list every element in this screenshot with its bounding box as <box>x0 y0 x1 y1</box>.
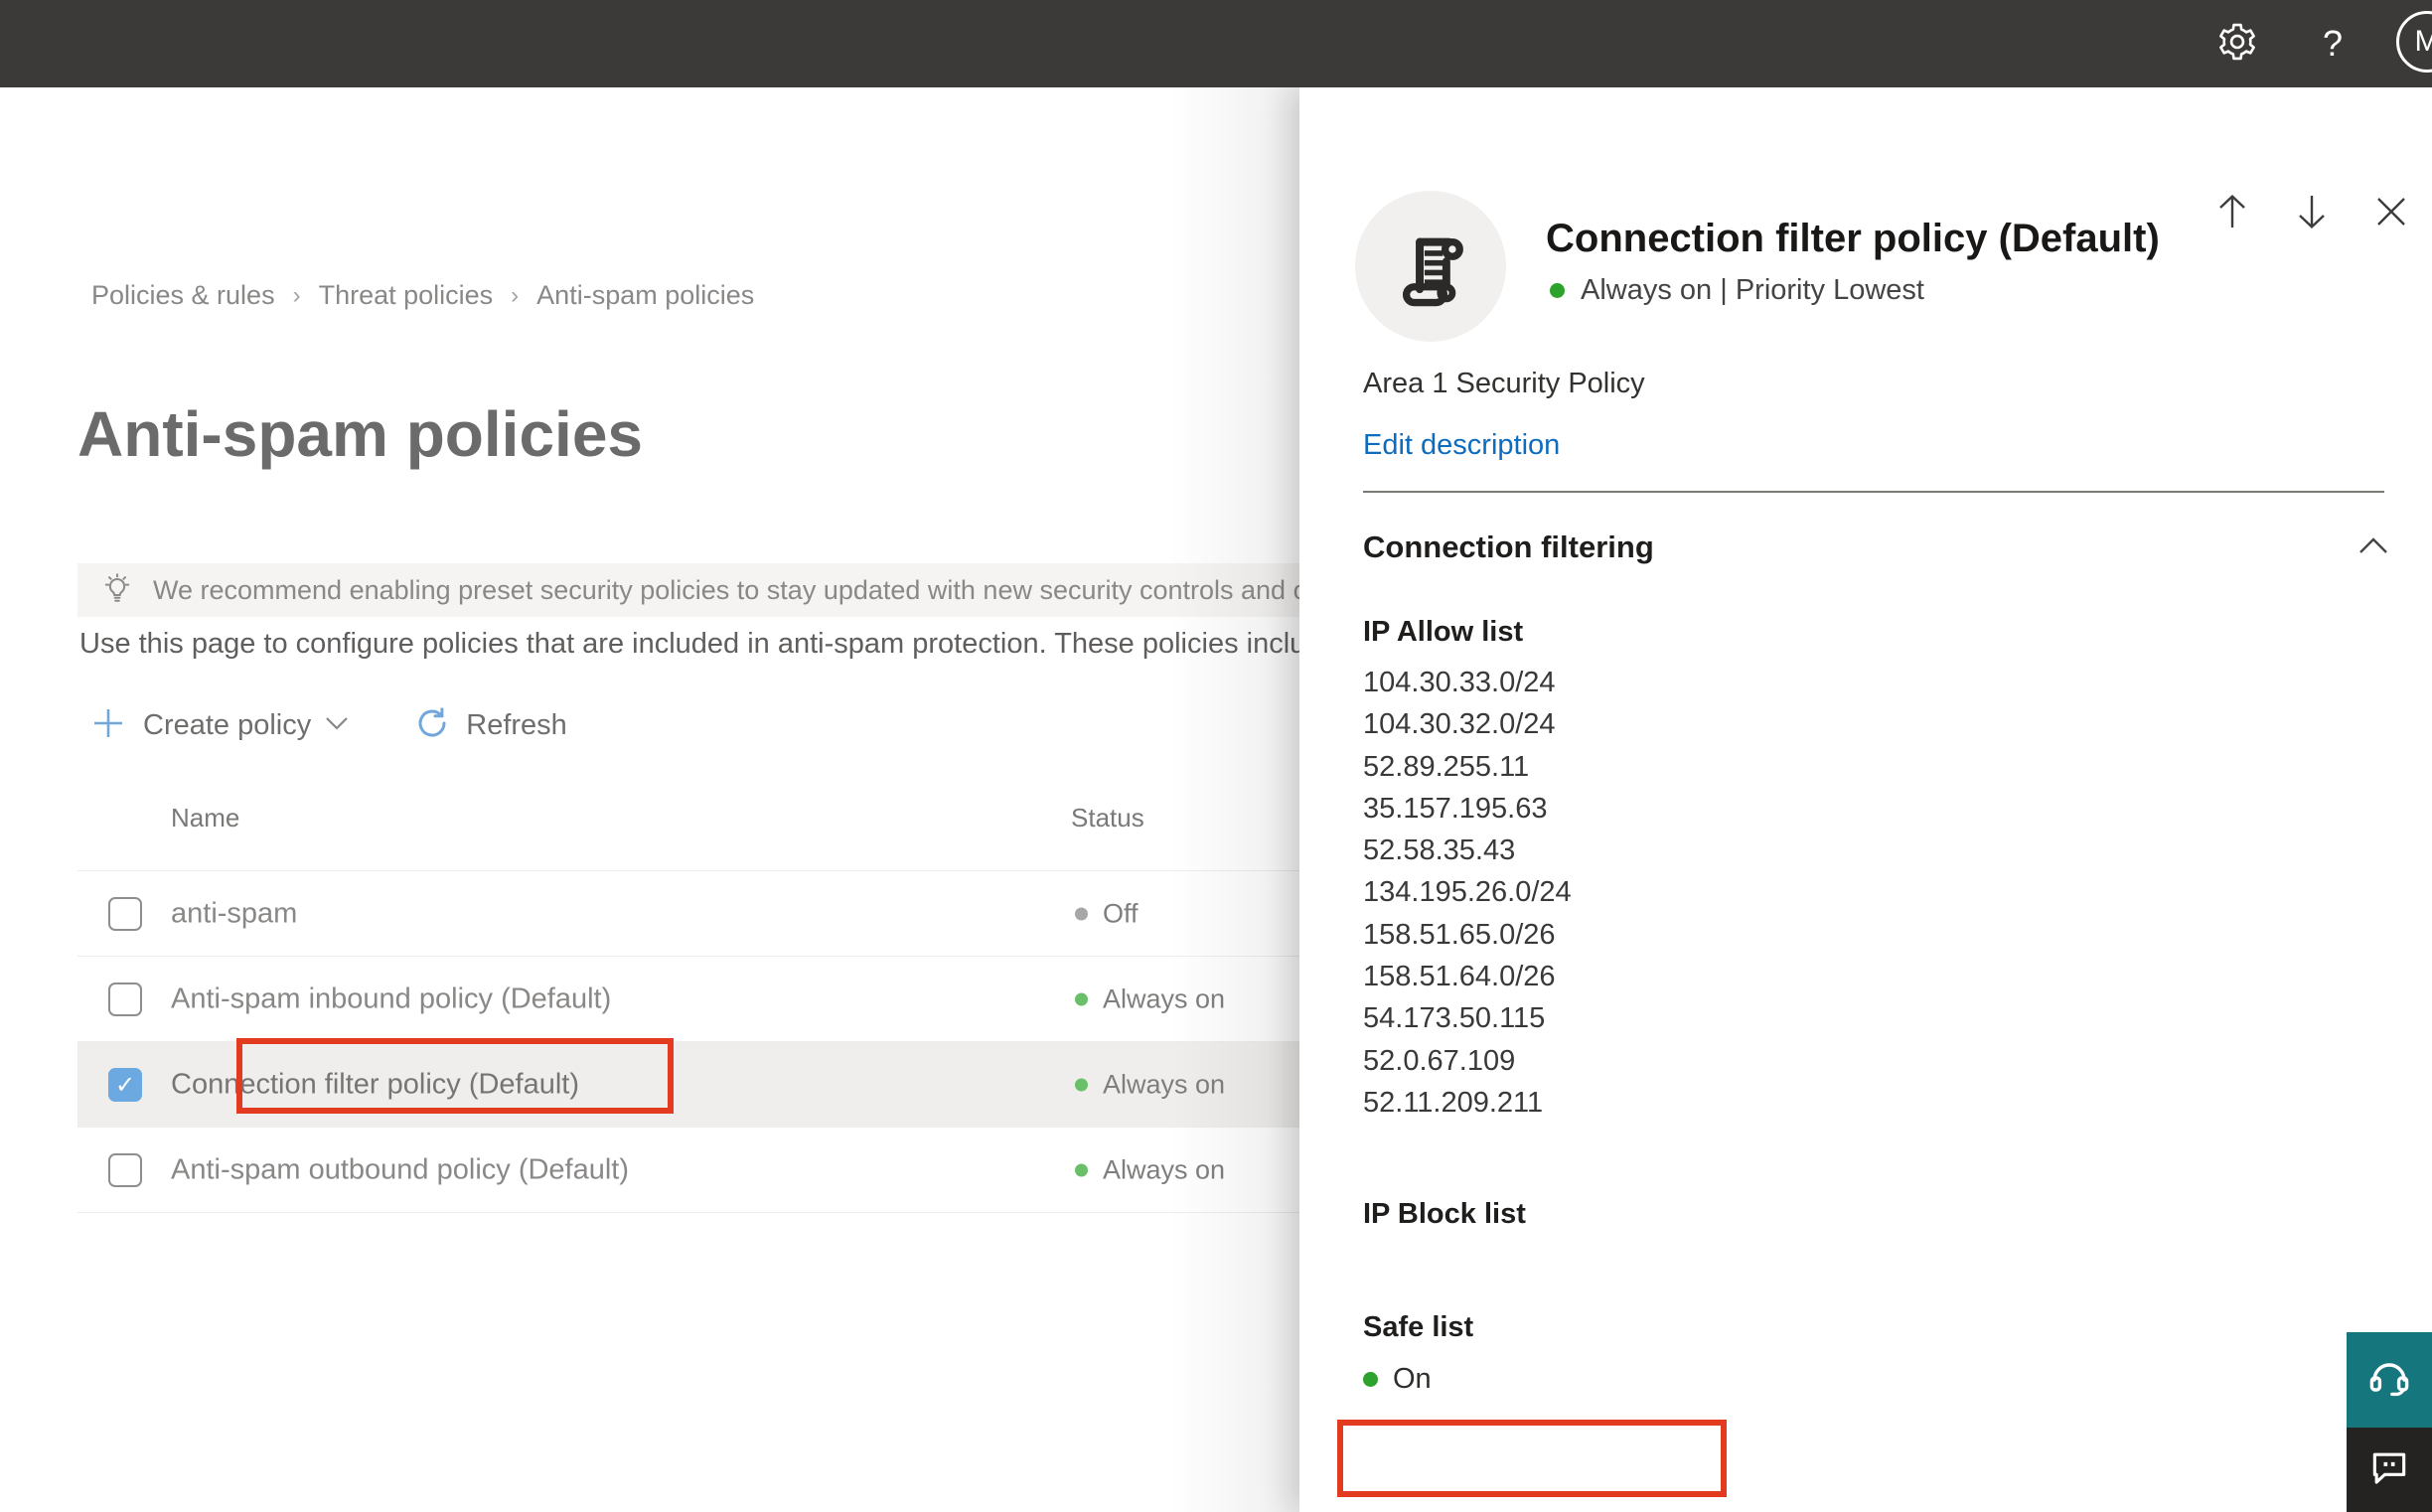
ip-allow-list-item: 134.195.26.0/24 <box>1363 876 1572 909</box>
annotation-highlight-edit-link <box>1337 1420 1727 1497</box>
policy-status: Always on <box>1075 1069 1225 1100</box>
ip-allow-list-item: 35.157.195.63 <box>1363 792 1548 825</box>
row-checkbox[interactable] <box>108 1153 142 1187</box>
policy-name: Connection filter policy (Default) <box>171 1068 580 1100</box>
row-checkbox[interactable] <box>108 1068 142 1102</box>
connection-filtering-section-header[interactable]: Connection filtering <box>1363 523 2388 572</box>
ip-allow-list-label: IP Allow list <box>1363 616 1524 648</box>
ip-allow-list: 104.30.33.0/24 104.30.32.0/24 52.89.255.11… <box>1363 662 1572 1124</box>
breadcrumb-anti-spam-policies[interactable]: Anti-spam policies <box>536 280 754 311</box>
chevron-down-icon <box>325 715 349 736</box>
flyout-title: Connection filter policy (Default) <box>1546 217 2160 260</box>
row-checkbox[interactable] <box>108 983 142 1016</box>
ip-allow-list-item: 54.173.50.115 <box>1363 1002 1546 1035</box>
policy-status: Off <box>1075 898 1139 929</box>
support-button[interactable] <box>2347 1332 2432 1428</box>
toolbar: Create policy Refresh <box>91 695 567 755</box>
policy-description: Area 1 Security Policy <box>1363 368 1645 399</box>
status-dot <box>1075 992 1088 1005</box>
ip-block-list-label: IP Block list <box>1363 1198 1526 1230</box>
refresh-icon <box>414 705 450 746</box>
ip-allow-list-item: 104.30.32.0/24 <box>1363 708 1556 741</box>
policy-name: Anti-spam outbound policy (Default) <box>171 1153 630 1185</box>
section-divider <box>1363 491 2384 493</box>
policy-name: Anti-spam inbound policy (Default) <box>171 983 612 1014</box>
ip-allow-list-item: 52.58.35.43 <box>1363 834 1516 867</box>
headset-icon <box>2365 1354 2413 1407</box>
plus-icon <box>91 706 125 745</box>
status-dot-green <box>1363 1372 1378 1387</box>
policy-scroll-icon <box>1355 191 1506 342</box>
status-dot <box>1075 1163 1088 1176</box>
table-row-connection-filter-policy[interactable]: Connection filter policy (Default) Alway… <box>77 1038 1299 1128</box>
topbar: ? M <box>0 0 2432 87</box>
main-content: Policies & rules › Threat policies › Ant… <box>0 87 1299 1512</box>
flyout-shadow <box>1170 87 1299 1512</box>
help-button[interactable]: ? <box>2315 18 2351 70</box>
settings-button[interactable] <box>2213 18 2261 70</box>
ip-allow-list-item: 158.51.65.0/26 <box>1363 918 1556 951</box>
help-icon: ? <box>2322 23 2344 64</box>
details-flyout: Connection filter policy (Default) Alway… <box>1299 87 2432 1512</box>
avatar-initial: M <box>2414 25 2432 58</box>
safe-list-label: Safe list <box>1363 1311 1474 1343</box>
lightbulb-icon <box>99 570 135 611</box>
table-row-inbound-policy[interactable]: Anti-spam inbound policy (Default) Alway… <box>77 957 1299 1042</box>
policy-table: anti-spam Off Anti-spam inbound policy (… <box>77 870 1299 1213</box>
policy-status: Always on <box>1075 983 1225 1014</box>
flyout-status: Always on | Priority Lowest <box>1550 274 1924 307</box>
page-title: Anti-spam policies <box>77 398 643 470</box>
ip-allow-list-item: 158.51.64.0/26 <box>1363 961 1556 993</box>
table-row-anti-spam[interactable]: anti-spam Off <box>77 871 1299 957</box>
banner-text: We recommend enabling preset security po… <box>153 574 1299 605</box>
ip-allow-list-item: 104.30.33.0/24 <box>1363 667 1556 698</box>
breadcrumb: Policies & rules › Threat policies › Ant… <box>91 280 754 311</box>
next-item-arrow-down-icon[interactable] <box>2293 193 2331 230</box>
page-description: Use this page to configure policies that… <box>79 628 1299 660</box>
ip-allow-list-item: 52.0.67.109 <box>1363 1044 1516 1077</box>
status-dot <box>1075 1078 1088 1091</box>
safe-list-status: On <box>1363 1363 1432 1396</box>
feedback-button[interactable] <box>2347 1428 2432 1512</box>
close-icon[interactable] <box>2372 193 2410 230</box>
policy-name: anti-spam <box>171 897 298 929</box>
create-policy-button[interactable]: Create policy <box>91 706 349 745</box>
recommendation-banner: We recommend enabling preset security po… <box>77 563 1299 617</box>
ip-allow-list-item: 52.11.209.211 <box>1363 1086 1544 1119</box>
flyout-nav <box>2213 193 2410 230</box>
edit-description-link[interactable]: Edit description <box>1363 429 1560 462</box>
account-avatar[interactable]: M <box>2396 11 2432 73</box>
ip-allow-list-item: 52.89.255.11 <box>1363 750 1530 783</box>
chevron-right-icon: › <box>511 281 520 309</box>
column-header-name[interactable]: Name <box>171 803 239 833</box>
previous-item-arrow-up-icon[interactable] <box>2213 193 2251 230</box>
refresh-button[interactable]: Refresh <box>414 705 567 746</box>
breadcrumb-threat-policies[interactable]: Threat policies <box>319 280 494 311</box>
status-dot-green <box>1550 283 1565 298</box>
row-checkbox[interactable] <box>108 897 142 931</box>
column-header-status[interactable]: Status <box>1071 803 1144 833</box>
chevron-right-icon: › <box>292 281 301 309</box>
chevron-up-icon[interactable] <box>2358 535 2388 560</box>
policy-status: Always on <box>1075 1154 1225 1185</box>
gear-icon <box>2216 21 2258 68</box>
status-dot <box>1075 907 1088 920</box>
chat-bubble-icon <box>2367 1445 2411 1494</box>
breadcrumb-policies-rules[interactable]: Policies & rules <box>91 280 275 311</box>
table-row-outbound-policy[interactable]: Anti-spam outbound policy (Default) Alwa… <box>77 1128 1299 1213</box>
